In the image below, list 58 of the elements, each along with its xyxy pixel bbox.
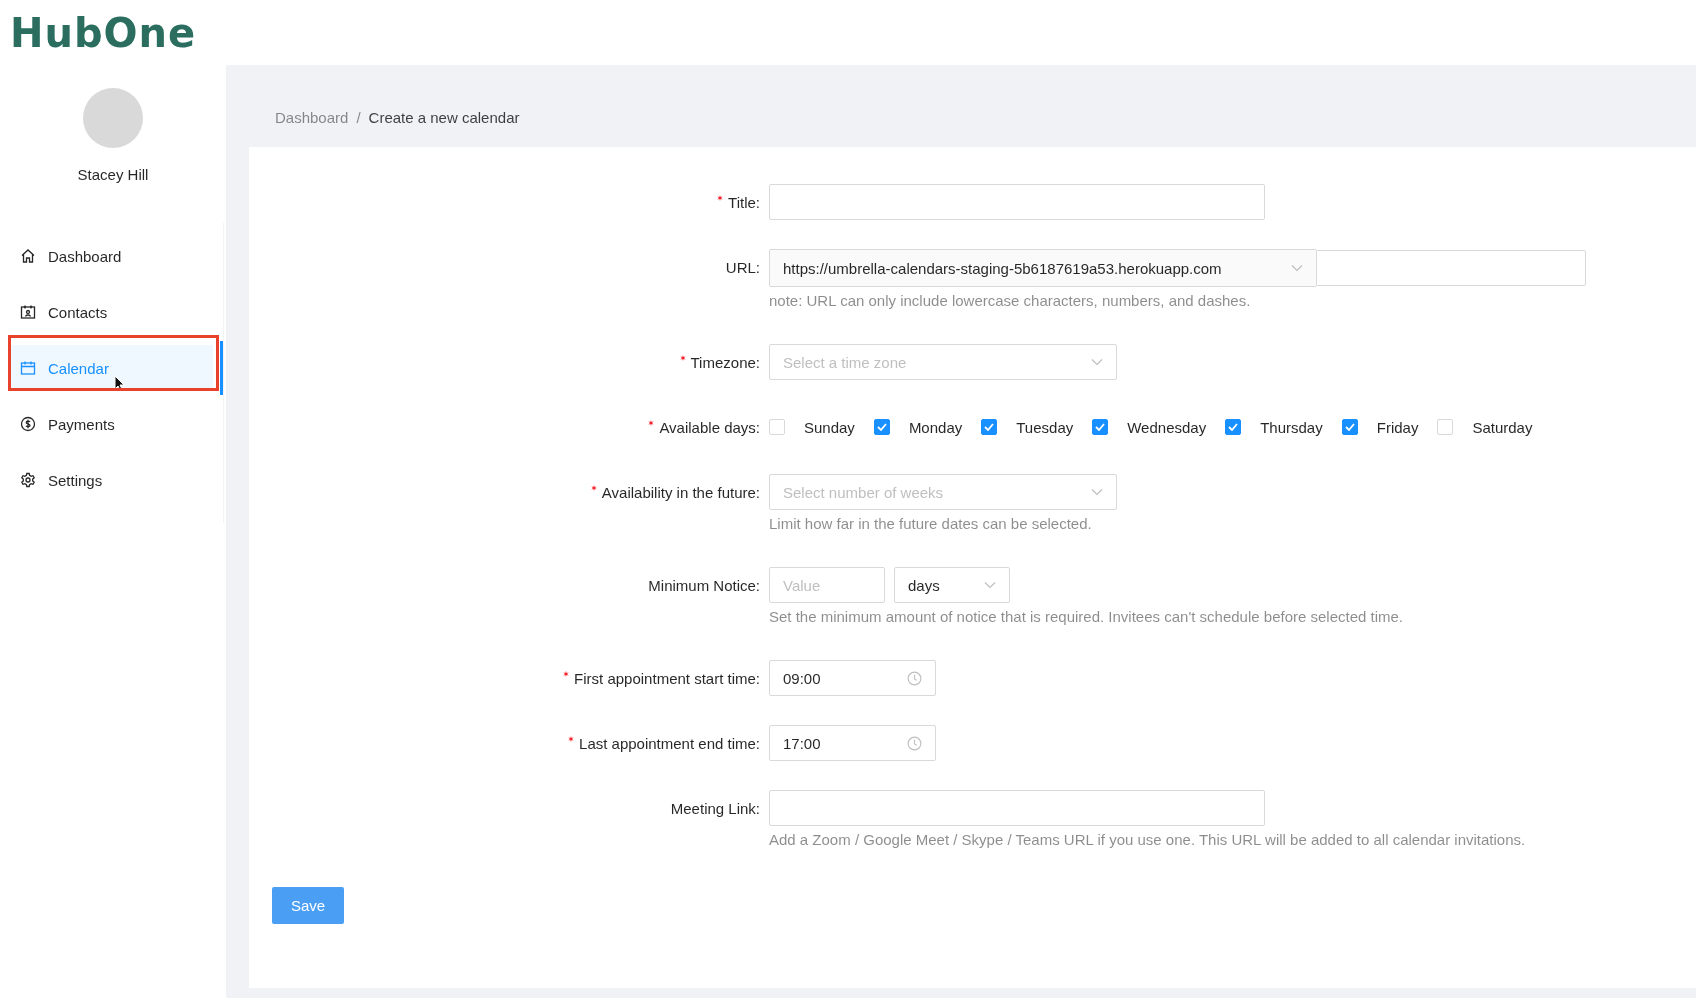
field-label: Availability in the future: — [601, 483, 760, 501]
field-label: Minimum Notice: — [648, 576, 760, 594]
contact-card-icon — [20, 304, 36, 320]
active-indicator — [220, 341, 223, 395]
user-name: Stacey Hill — [76, 166, 150, 183]
time-field[interactable]: 09:00 — [769, 660, 936, 696]
avatar — [83, 88, 143, 148]
chevron-down-icon — [1091, 358, 1103, 366]
checkbox[interactable] — [1341, 419, 1358, 435]
checkbox[interactable] — [981, 419, 998, 435]
checkmark-icon — [1095, 423, 1106, 431]
checkbox[interactable] — [873, 419, 890, 435]
help-text: Set the minimum amount of notice that is required. Invitees can't schedule before selected time. — [769, 607, 1405, 627]
checkbox-label: Saturday — [1472, 418, 1533, 436]
field-label: Timezone: — [690, 353, 760, 371]
checkmark-icon — [1344, 423, 1355, 431]
home-icon — [20, 248, 36, 264]
help-text: note: URL can only include lowercase characters, numbers, and dashes. — [769, 291, 1252, 311]
nav-item[interactable]: Settings — [10, 457, 213, 503]
checkbox-label: Thursday — [1260, 418, 1323, 436]
nav-item[interactable]: Contacts — [10, 289, 213, 335]
nav-item[interactable]: Dashboard — [10, 233, 213, 279]
settings-icon — [20, 472, 36, 488]
chevron-down-icon — [1091, 488, 1103, 496]
nav-item[interactable]: Payments — [10, 401, 213, 447]
chevron-down-icon — [984, 581, 996, 589]
logo: HubOne — [10, 12, 197, 53]
url-prefix-select[interactable]: https://umbrella-calendars-staging-5b6187619a53.herokuapp.com — [769, 249, 1316, 287]
dollar-icon — [20, 416, 36, 432]
checkbox-label: Tuesday — [1016, 418, 1074, 436]
checkbox-label: Friday — [1376, 418, 1419, 436]
breadcrumb-current: Create a new calendar — [368, 108, 520, 126]
breadcrumb-separator: / — [356, 108, 361, 126]
time-field[interactable]: 17:00 — [769, 725, 936, 761]
calendar-icon — [20, 360, 36, 376]
field-label: First appointment start time: — [574, 669, 760, 687]
clock-icon — [907, 735, 922, 751]
chevron-down-icon — [1291, 264, 1303, 272]
checkmark-icon — [984, 423, 995, 431]
field-label: Title: — [728, 193, 760, 211]
field-label: Last appointment end time: — [579, 734, 760, 752]
text-field[interactable] — [769, 790, 1265, 826]
checkbox-label: Wednesday — [1127, 418, 1207, 436]
checkbox-label: Sunday — [804, 418, 855, 436]
field-label: URL: — [725, 258, 760, 276]
help-text: Limit how far in the future dates can be selected. — [769, 514, 1093, 534]
text-field[interactable] — [769, 184, 1265, 220]
clock-icon — [907, 670, 922, 686]
checkbox[interactable] — [1092, 419, 1109, 435]
checkbox-label: Monday — [908, 418, 963, 436]
help-text: Add a Zoom / Google Meet / Skype / Teams URL if you use one. This URL will be added to all calendar invitations. — [769, 830, 1527, 850]
unit-select[interactable]: days — [894, 567, 1010, 603]
field-label: Meeting Link: — [670, 799, 760, 817]
field-label: Available days: — [659, 418, 760, 436]
checkbox[interactable] — [1225, 419, 1242, 435]
checkmark-icon — [1228, 423, 1239, 431]
checkmark-icon — [876, 423, 887, 431]
url-slug-field[interactable] — [1316, 250, 1586, 286]
